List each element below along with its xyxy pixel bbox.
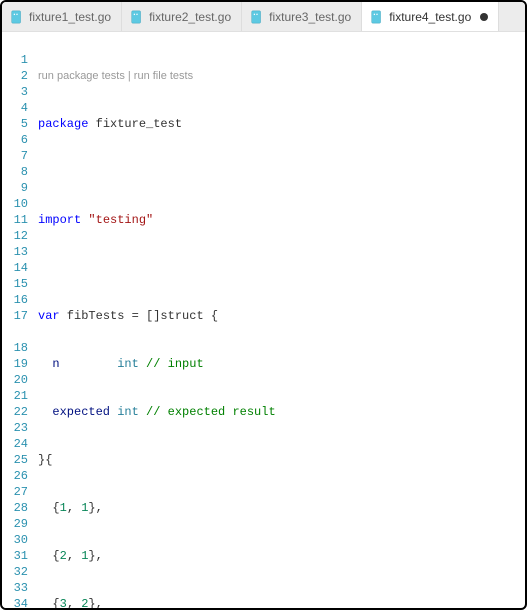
dirty-indicator-icon (480, 13, 488, 21)
tab-bar: fixture1_test.go fixture2_test.go fixtur… (2, 2, 525, 32)
code-content[interactable]: run package tests | run file tests packa… (38, 32, 525, 608)
codelens-package[interactable]: run package tests | run file tests (38, 68, 525, 84)
go-file-icon (130, 10, 144, 24)
go-file-icon (10, 10, 24, 24)
tab-fixture2[interactable]: fixture2_test.go (122, 2, 242, 31)
tab-label: fixture4_test.go (389, 10, 471, 24)
tab-fixture3[interactable]: fixture3_test.go (242, 2, 362, 31)
code-editor[interactable]: 1 2 3 4 5 6 7 8 9 10 11 12 13 14 15 16 1… (2, 32, 525, 608)
editor-window: fixture1_test.go fixture2_test.go fixtur… (0, 0, 527, 610)
go-file-icon (370, 10, 384, 24)
tab-label: fixture2_test.go (149, 10, 231, 24)
tab-fixture4[interactable]: fixture4_test.go (362, 2, 499, 31)
line-number-gutter: 1 2 3 4 5 6 7 8 9 10 11 12 13 14 15 16 1… (2, 32, 38, 608)
tab-label: fixture3_test.go (269, 10, 351, 24)
tab-fixture1[interactable]: fixture1_test.go (2, 2, 122, 31)
tab-label: fixture1_test.go (29, 10, 111, 24)
go-file-icon (250, 10, 264, 24)
